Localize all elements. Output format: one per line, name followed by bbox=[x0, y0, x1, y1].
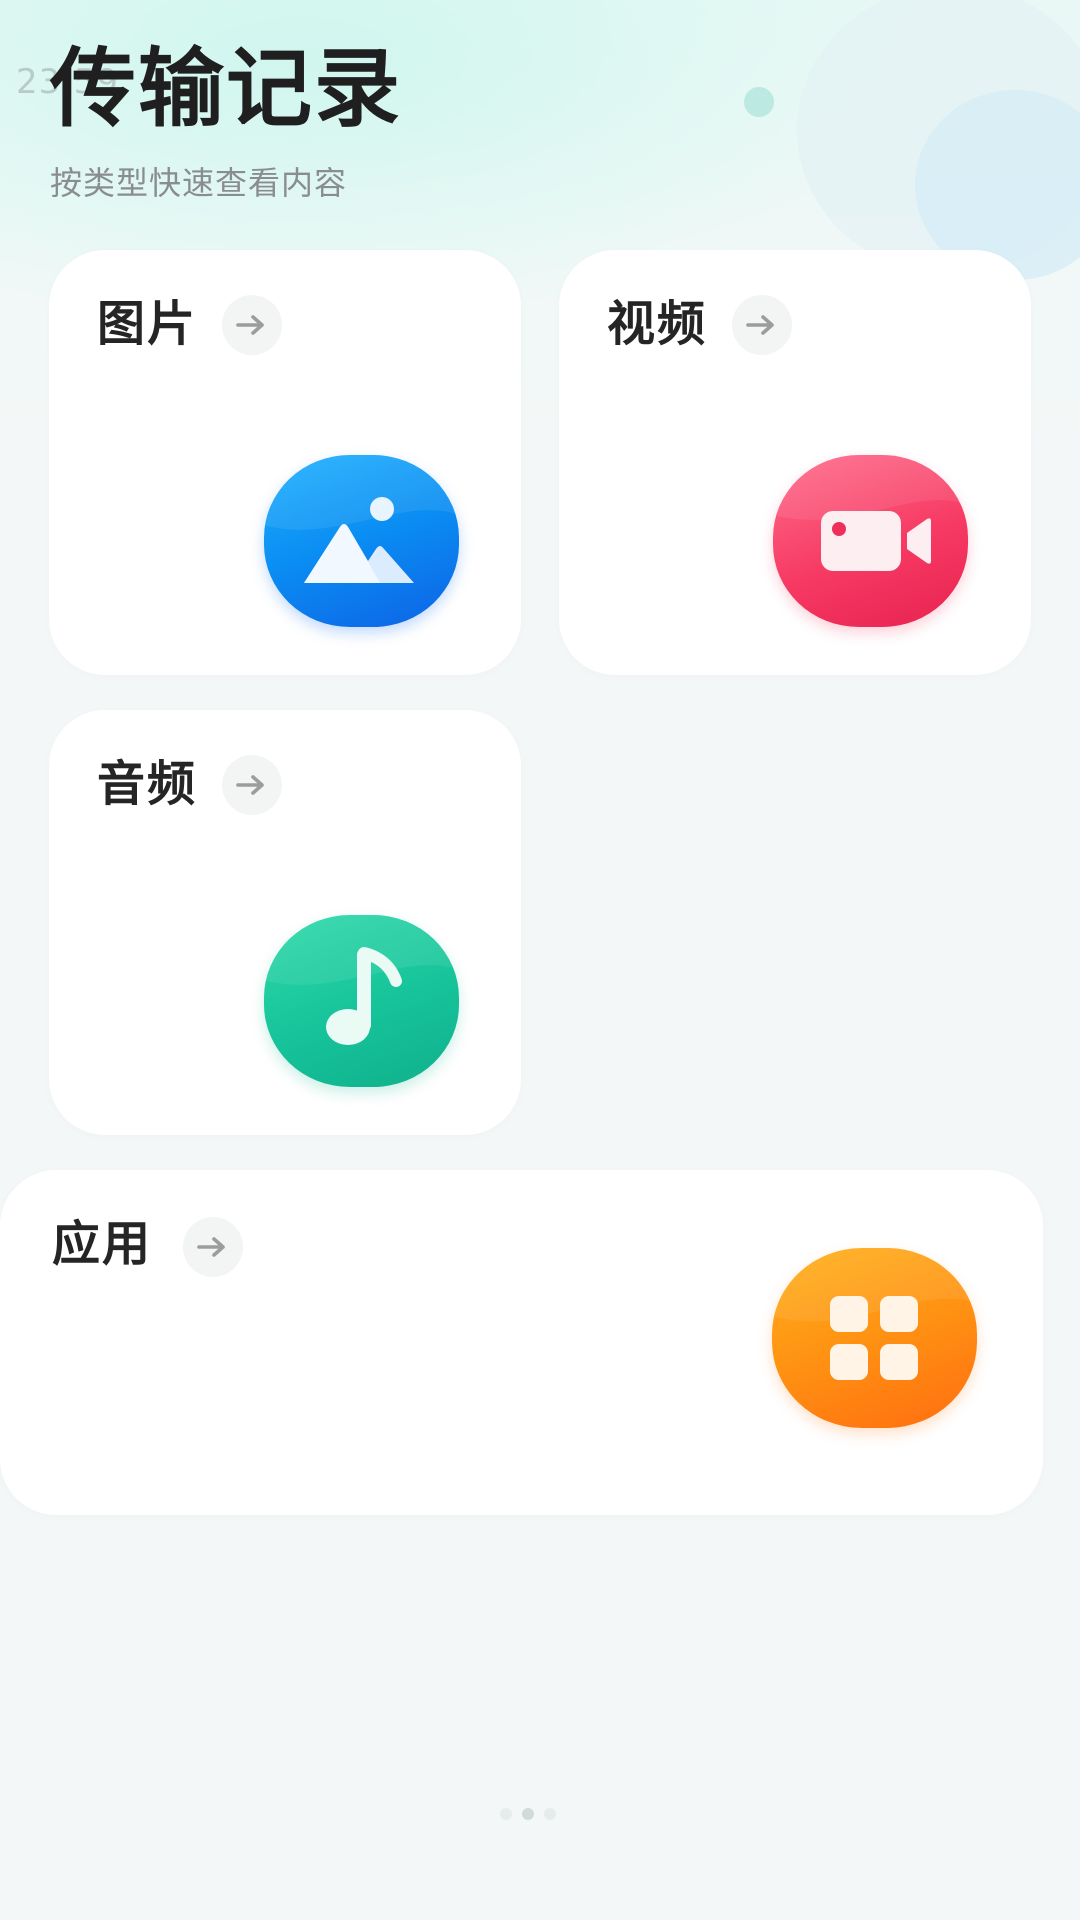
category-label: 视频 bbox=[607, 296, 708, 352]
image-icon bbox=[264, 455, 459, 627]
page-subtitle: 按类型快速查看内容 bbox=[50, 164, 348, 202]
decorative-dot bbox=[744, 87, 774, 117]
category-card-audio[interactable]: 音频 bbox=[49, 710, 521, 1135]
arrow-right-icon[interactable] bbox=[222, 295, 282, 355]
page-title: 传输记录 bbox=[50, 39, 402, 139]
category-label: 音频 bbox=[97, 756, 198, 812]
category-label: 图片 bbox=[97, 296, 198, 352]
page-dot bbox=[500, 1808, 512, 1820]
apps-grid-icon bbox=[772, 1248, 977, 1428]
arrow-right-icon[interactable] bbox=[183, 1217, 243, 1277]
music-note-icon bbox=[264, 915, 459, 1087]
page-dot-active bbox=[522, 1808, 534, 1820]
category-card-video[interactable]: 视频 bbox=[559, 250, 1031, 675]
arrow-right-icon[interactable] bbox=[222, 755, 282, 815]
page-dot bbox=[544, 1808, 556, 1820]
category-card-apps[interactable]: 应用 bbox=[0, 1170, 1043, 1515]
page-indicator bbox=[500, 1808, 556, 1820]
category-card-images[interactable]: 图片 bbox=[49, 250, 521, 675]
video-camera-icon bbox=[773, 455, 968, 627]
arrow-right-icon[interactable] bbox=[732, 295, 792, 355]
category-label: 应用 bbox=[52, 1216, 153, 1272]
